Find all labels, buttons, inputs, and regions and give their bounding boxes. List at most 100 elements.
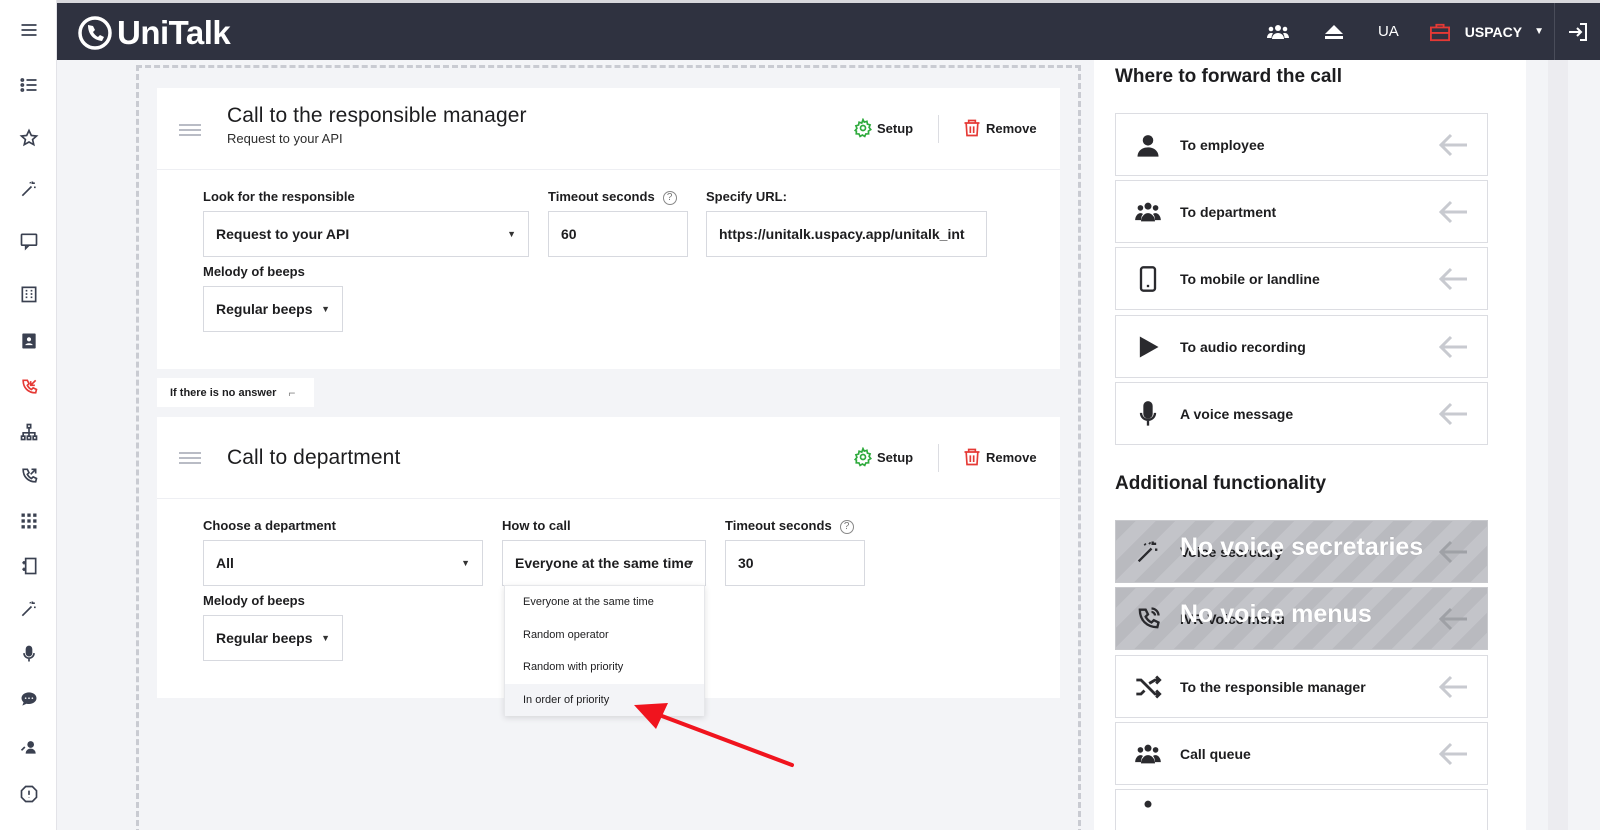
item-label: To employee: [1180, 136, 1265, 153]
disabled-overlay-text: No voice secretaries: [1180, 533, 1424, 561]
star-icon[interactable]: [0, 120, 57, 156]
remove-label: Remove: [986, 449, 1037, 465]
users-icon[interactable]: [1250, 3, 1306, 60]
item-label: To audio recording: [1180, 338, 1306, 355]
melody-select[interactable]: Regular beeps ▼: [203, 615, 343, 661]
logo-text: UniTalk: [117, 14, 231, 51]
phone-book-icon[interactable]: [0, 548, 57, 584]
mobile-phone-icon: [1116, 265, 1180, 293]
group-icon: [1116, 740, 1180, 768]
shuffle-icon: [1116, 673, 1180, 701]
chevron-down-icon: ▼: [461, 558, 470, 568]
help-icon[interactable]: ?: [662, 190, 677, 205]
microphone-icon: [1116, 400, 1180, 428]
melody-label: Melody of beeps: [203, 593, 305, 608]
dropdown-option[interactable]: Everyone at the same time: [505, 586, 704, 619]
no-answer-label: If there is no answer: [170, 386, 277, 399]
forward-to-mobile[interactable]: To mobile or landline: [1115, 247, 1488, 310]
how-to-call-value: Everyone at the same time: [515, 555, 692, 571]
gear-icon: [853, 447, 872, 467]
remove-button[interactable]: Remove: [962, 447, 1037, 467]
outgoing-call-icon[interactable]: [0, 458, 57, 494]
arrow-left-icon: [1438, 133, 1467, 157]
chat-bubble-icon[interactable]: [0, 223, 57, 259]
top-bar: UniTalk UA USPACY ▼: [57, 3, 1600, 60]
microphone-icon[interactable]: [0, 636, 57, 672]
trash-icon: [964, 119, 980, 137]
arrow-left-icon: [1438, 402, 1467, 426]
language-switch[interactable]: UA: [1362, 23, 1415, 40]
contacts-icon[interactable]: [0, 323, 57, 359]
department-select[interactable]: All ▼: [203, 540, 483, 586]
magic-wand-icon: [1116, 538, 1180, 566]
chevron-down-icon: ▼: [507, 229, 516, 239]
item-label: To the responsible manager: [1180, 678, 1366, 695]
drag-handle-icon[interactable]: [179, 452, 201, 464]
drag-handle-icon[interactable]: [179, 124, 201, 136]
url-label: Specify URL:: [706, 189, 787, 204]
setup-label: Setup: [877, 449, 914, 465]
card-title: Call to the responsible manager: [227, 104, 527, 127]
missed-call-icon[interactable]: [0, 369, 57, 405]
scrollbar[interactable]: [1548, 60, 1568, 830]
no-answer-connector: If there is no answer ⌐: [157, 378, 314, 407]
melody-select[interactable]: Regular beeps ▼: [203, 286, 343, 332]
url-input[interactable]: https://unitalk.uspacy.app/unitalk_int: [706, 211, 987, 257]
logout-icon[interactable]: [1554, 3, 1600, 60]
forward-to-department[interactable]: To department: [1115, 180, 1488, 243]
alert-icon[interactable]: [0, 776, 57, 812]
apps-grid-icon[interactable]: [0, 503, 57, 539]
chevron-down-icon: ▼: [686, 558, 695, 568]
arrow-left-icon: [1438, 540, 1467, 564]
arrow-left-icon: [1438, 267, 1467, 291]
menu-icon[interactable]: [0, 12, 57, 48]
melody-value: Regular beeps: [216, 301, 313, 317]
org-chart-icon[interactable]: [0, 414, 57, 450]
building-icon[interactable]: [0, 276, 57, 312]
gear-icon: [853, 118, 872, 138]
chat-icon[interactable]: [0, 681, 57, 717]
look-select[interactable]: Request to your API ▼: [203, 211, 529, 257]
how-to-call-select[interactable]: Everyone at the same time ▼: [502, 540, 706, 586]
arrow-left-icon: [1438, 200, 1467, 224]
timeout-input[interactable]: 60: [548, 211, 688, 257]
briefcase-icon: [1429, 22, 1451, 42]
forward-to-voice-message[interactable]: A voice message: [1115, 382, 1488, 445]
eject-icon[interactable]: [1306, 3, 1362, 60]
support-agent-icon[interactable]: [0, 729, 57, 765]
timeout-label: Timeout seconds?: [548, 189, 677, 205]
setup-button[interactable]: Setup: [853, 118, 913, 138]
how-to-call-label: How to call: [502, 518, 571, 533]
company-selector[interactable]: USPACY ▼: [1415, 22, 1554, 42]
forward-to-employee[interactable]: To employee: [1115, 113, 1488, 176]
forward-to-audio-recording[interactable]: To audio recording: [1115, 315, 1488, 378]
item-label: A voice message: [1180, 405, 1294, 422]
partial-item[interactable]: [1115, 789, 1488, 830]
setup-button[interactable]: Setup: [853, 447, 913, 467]
magic-wand-icon[interactable]: [0, 171, 57, 207]
remove-button[interactable]: Remove: [962, 118, 1037, 138]
card-title: Call to department: [227, 446, 401, 469]
logo[interactable]: UniTalk: [75, 13, 231, 53]
phone-ring-icon: [1116, 605, 1180, 633]
arrow-left-icon: [1438, 607, 1467, 631]
divider: [938, 115, 939, 143]
department-value: All: [216, 555, 234, 571]
dropdown-option[interactable]: Random operator: [505, 619, 704, 652]
voice-secretary-item: Voice secretary No voice secretaries: [1115, 520, 1488, 583]
play-icon: [1116, 333, 1180, 361]
remove-label: Remove: [986, 120, 1037, 136]
call-queue-item[interactable]: Call queue: [1115, 722, 1488, 785]
help-icon[interactable]: ?: [839, 519, 854, 534]
dropdown-option[interactable]: Random with priority: [505, 651, 704, 684]
arrow-left-icon: [1438, 742, 1467, 766]
arrow-left-icon: [1438, 675, 1467, 699]
to-responsible-manager-item[interactable]: To the responsible manager: [1115, 655, 1488, 718]
setup-label: Setup: [877, 120, 914, 136]
corner-arrow-icon: ⌐: [288, 385, 296, 400]
timeout-input[interactable]: 30: [725, 540, 865, 586]
additional-title: Additional functionality: [1115, 473, 1327, 494]
magic-wand-icon[interactable]: [0, 591, 57, 627]
list-icon[interactable]: [0, 67, 57, 103]
sidebar: [0, 0, 57, 830]
